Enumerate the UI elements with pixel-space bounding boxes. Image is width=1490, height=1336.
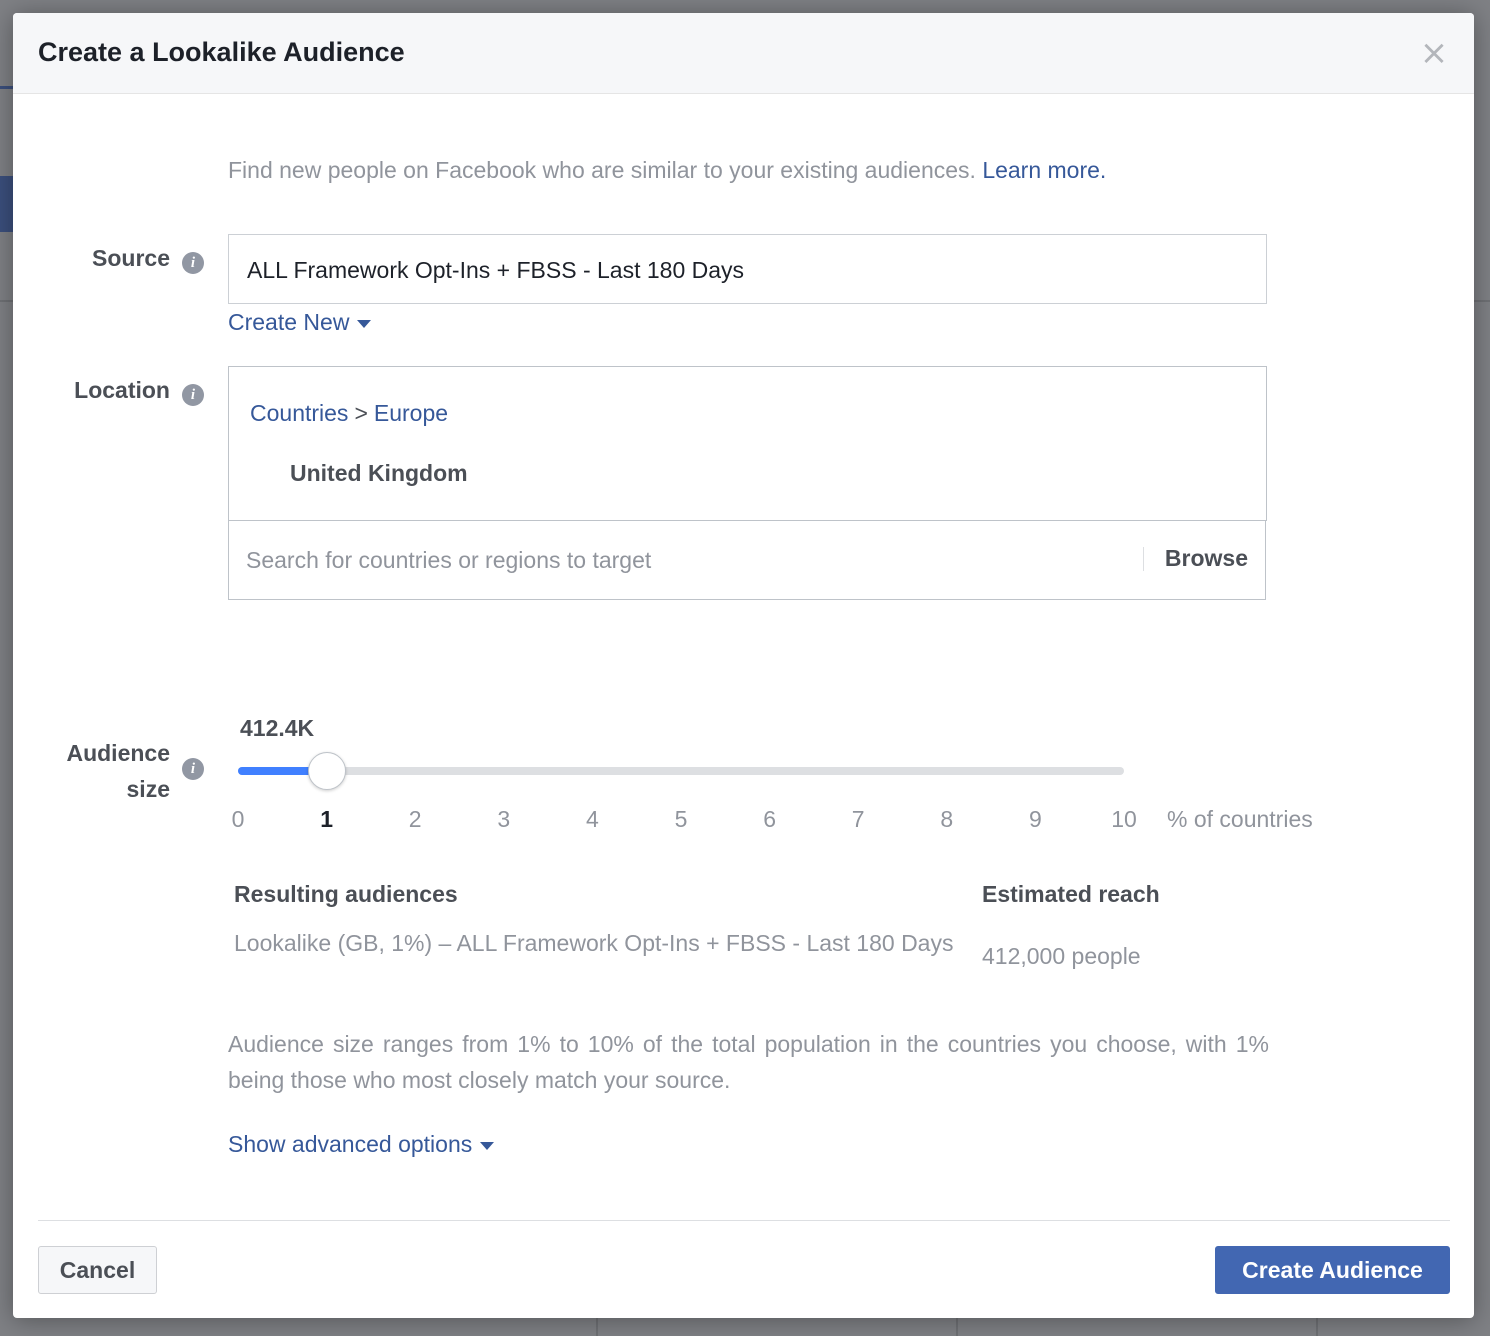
source-info-icon[interactable]: i	[182, 252, 204, 274]
location-label: Location	[74, 377, 170, 403]
slider-tick-7[interactable]: 7	[838, 806, 878, 833]
show-advanced-options[interactable]: Show advanced options	[228, 1131, 495, 1158]
background-divider	[1316, 1318, 1318, 1336]
audience-size-label: Audience size	[43, 735, 170, 807]
estimated-reach-value: 412,000 people	[982, 943, 1141, 969]
audience-size-info-icon[interactable]: i	[182, 758, 204, 780]
chevron-down-icon	[357, 319, 372, 328]
lookalike-audience-dialog: Create a Lookalike Audience × Find new p…	[13, 13, 1474, 1318]
cancel-button[interactable]: Cancel	[38, 1246, 157, 1294]
audience-size-value: 412.4K	[240, 715, 315, 741]
slider-tick-8[interactable]: 8	[927, 806, 967, 833]
create-audience-button[interactable]: Create Audience	[1215, 1246, 1450, 1294]
resulting-audience-name: Lookalike (GB, 1%) – ALL Framework Opt-I…	[234, 930, 954, 956]
slider-thumb[interactable]	[307, 752, 346, 790]
chevron-down-icon	[480, 1141, 495, 1150]
intro-description: Find new people on Facebook who are simi…	[228, 157, 976, 183]
dialog-title: Create a Lookalike Audience	[38, 37, 405, 67]
location-info-icon[interactable]: i	[182, 384, 204, 406]
audience-size-label-line1: Audience	[66, 740, 170, 766]
source-value: ALL Framework Opt-Ins + FBSS - Last 180 …	[247, 257, 745, 283]
location-breadcrumb: Countries > Europe	[250, 400, 448, 427]
learn-more-link[interactable]: Learn more.	[982, 157, 1106, 183]
selected-country: United Kingdom	[290, 460, 468, 486]
create-new-dropdown[interactable]: Create New	[228, 309, 372, 336]
background-divider	[596, 1318, 598, 1336]
breadcrumb-countries[interactable]: Countries	[250, 400, 348, 426]
close-icon[interactable]: ×	[1416, 35, 1452, 71]
background-button	[0, 176, 13, 232]
show-advanced-options-label: Show advanced options	[228, 1131, 473, 1157]
slider-tick-5[interactable]: 5	[661, 806, 701, 833]
slider-unit-label: % of countries	[1167, 806, 1313, 832]
breadcrumb-separator: >	[354, 400, 368, 426]
footer-divider	[38, 1220, 1450, 1221]
source-label: Source	[92, 245, 170, 271]
create-new-label: Create New	[228, 309, 350, 335]
search-divider	[1143, 547, 1144, 571]
background-divider	[0, 86, 13, 89]
slider-tick-3[interactable]: 3	[484, 806, 524, 833]
slider-tick-10[interactable]: 10	[1104, 806, 1144, 833]
browse-button[interactable]: Browse	[1165, 545, 1248, 572]
selected-locations: Countries > Europe United Kingdom	[228, 366, 1267, 521]
breadcrumb-europe[interactable]: Europe	[374, 400, 448, 426]
slider-tick-4[interactable]: 4	[572, 806, 612, 833]
slider-tick-2[interactable]: 2	[395, 806, 435, 833]
source-selector[interactable]: ALL Framework Opt-Ins + FBSS - Last 180 …	[228, 234, 1267, 304]
slider-tick-0[interactable]: 0	[218, 806, 258, 833]
audience-size-slider[interactable]	[238, 752, 1124, 790]
location-search-input[interactable]	[229, 521, 1139, 599]
intro-text: Find new people on Facebook who are simi…	[228, 157, 1106, 184]
resulting-audiences-header: Resulting audiences	[234, 881, 458, 907]
background-divider	[956, 1318, 958, 1336]
slider-tick-1[interactable]: 1	[307, 806, 347, 833]
slider-tick-6[interactable]: 6	[750, 806, 790, 833]
slider-tick-9[interactable]: 9	[1015, 806, 1055, 833]
dialog-header: Create a Lookalike Audience ×	[13, 13, 1474, 94]
estimated-reach-header: Estimated reach	[982, 881, 1160, 907]
location-search: Browse	[228, 520, 1266, 600]
audience-size-label-line2: size	[126, 776, 170, 802]
audience-size-note: Audience size ranges from 1% to 10% of t…	[228, 1031, 1269, 1093]
